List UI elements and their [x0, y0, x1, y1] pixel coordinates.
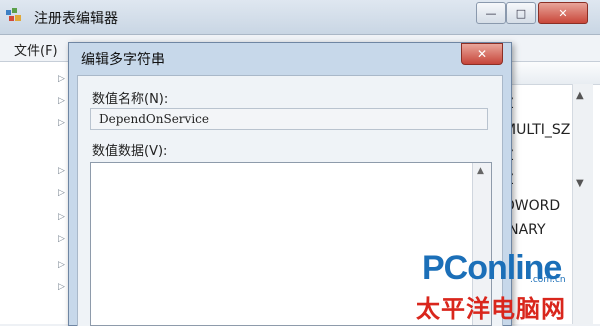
title-bar: 注册表编辑器 — □ ✕ [0, 0, 600, 35]
value-data-label: 数值数据(V): [92, 144, 168, 159]
expand-arrow-icon[interactable]: ▷ [58, 282, 65, 292]
value-name-field[interactable]: DependOnService [90, 108, 488, 130]
tree-pane[interactable]: ▷ ▷ ▷ ▷ ▷ ▷ ▷ ▷ ▷ [0, 62, 71, 324]
scroll-down-icon[interactable]: ▼ [576, 178, 584, 189]
registry-editor-icon [6, 8, 21, 21]
watermark-domain: .com.cn [530, 275, 566, 285]
expand-arrow-icon[interactable]: ▷ [58, 118, 65, 128]
expand-arrow-icon[interactable]: ▷ [58, 96, 65, 106]
pconline-watermark: PConline .com.cn 太平洋电脑网 [410, 247, 600, 324]
dialog-close-button[interactable]: ✕ [461, 43, 503, 65]
expand-arrow-icon[interactable]: ▷ [58, 74, 65, 84]
value-name-label: 数值名称(N): [92, 92, 169, 107]
expand-arrow-icon[interactable]: ▷ [58, 212, 65, 222]
close-button[interactable]: ✕ [538, 2, 588, 24]
menu-file[interactable]: 文件(F) [14, 40, 58, 59]
value-type[interactable]: MULTI_SZ [504, 122, 570, 138]
expand-arrow-icon[interactable]: ▷ [58, 234, 65, 244]
values-header [506, 62, 600, 85]
value-name-text: DependOnService [99, 112, 209, 126]
watermark-chinese: 太平洋电脑网 [416, 295, 566, 323]
maximize-button[interactable]: □ [506, 2, 536, 24]
expand-arrow-icon[interactable]: ▷ [58, 188, 65, 198]
expand-arrow-icon[interactable]: ▷ [58, 166, 65, 176]
scroll-up-icon[interactable]: ▲ [477, 166, 484, 176]
minimize-button[interactable]: — [476, 2, 506, 24]
window-title: 注册表编辑器 [34, 11, 118, 27]
expand-arrow-icon[interactable]: ▷ [58, 260, 65, 270]
scroll-up-icon[interactable]: ▲ [576, 90, 584, 101]
value-type[interactable]: DWORD [504, 198, 560, 214]
dialog-title: 编辑多字符串 [81, 52, 165, 68]
